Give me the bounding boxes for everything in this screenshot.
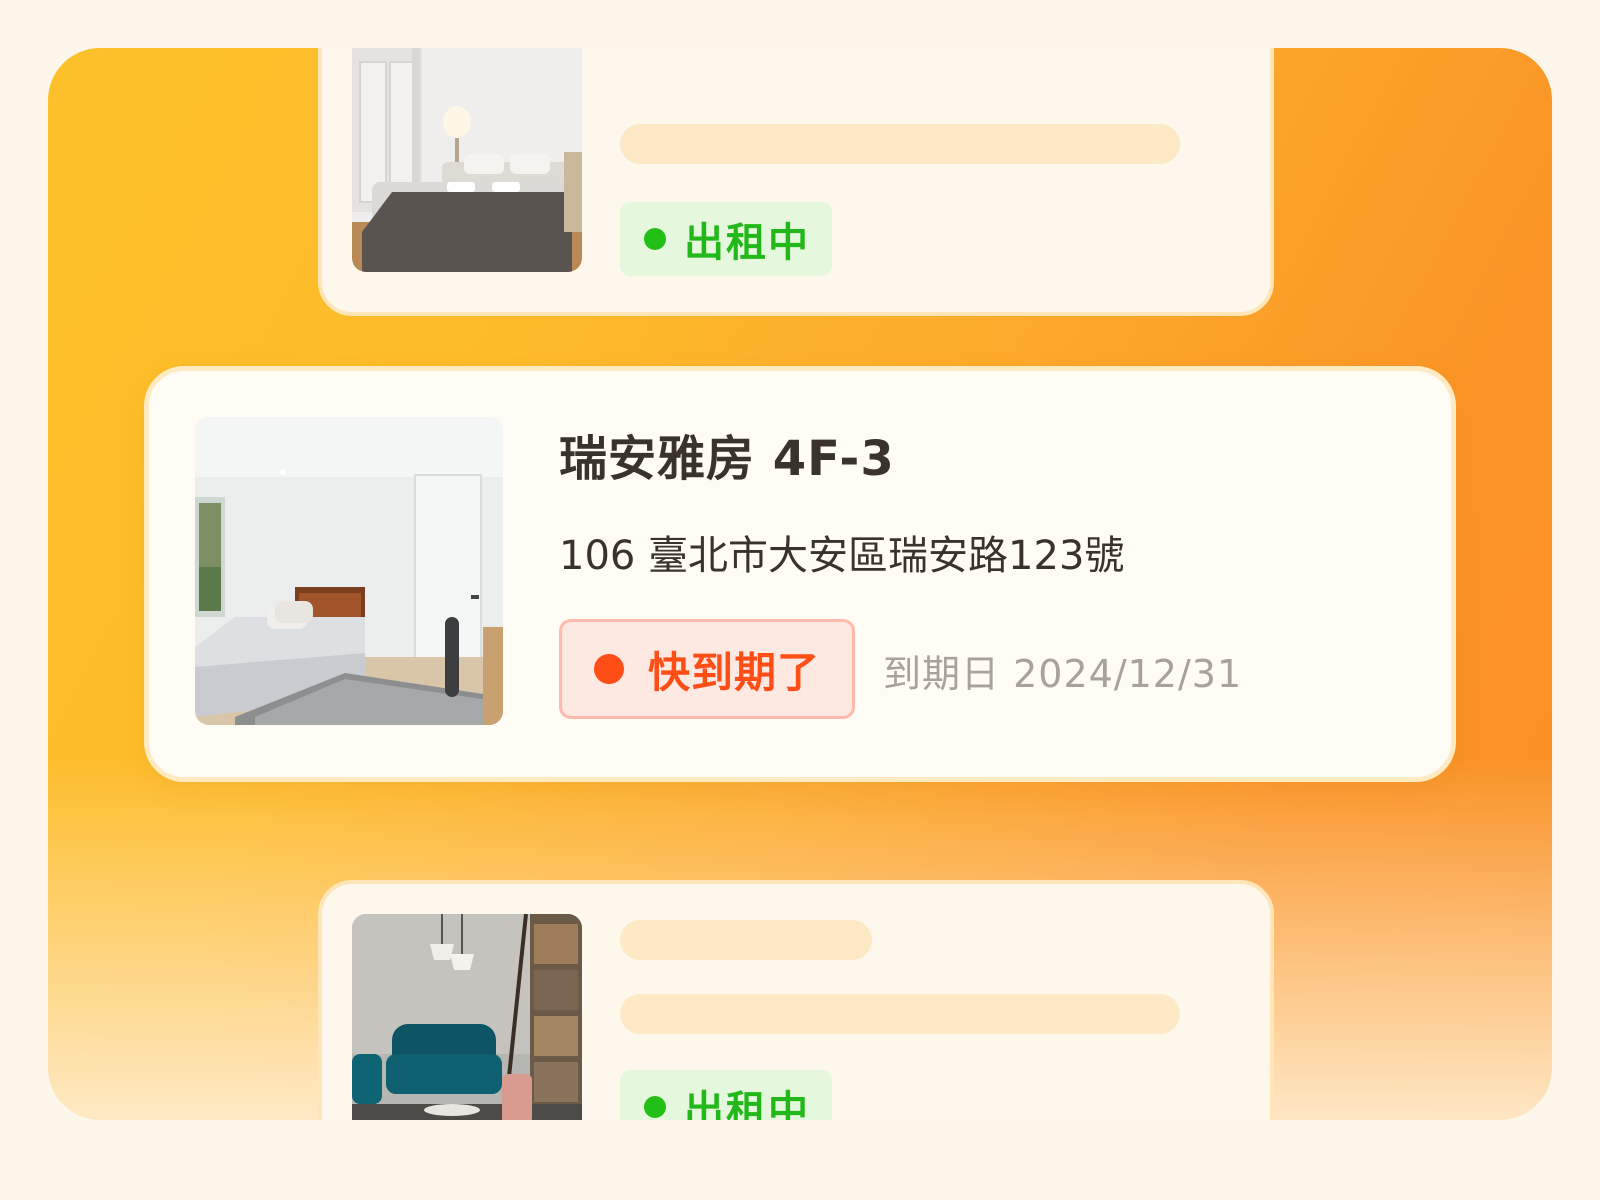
listing-panel: 出租中 瑞安雅房 4F-3 106 臺北市大安區瑞安路123號 快到期了 到期日… bbox=[48, 48, 1552, 1120]
status-dot-icon bbox=[594, 654, 624, 684]
listing-card-main[interactable]: 瑞安雅房 4F-3 106 臺北市大安區瑞安路123號 快到期了 到期日 202… bbox=[144, 366, 1456, 782]
address-placeholder-bar bbox=[620, 994, 1180, 1034]
listing-photo-bedroom-dark bbox=[352, 48, 582, 272]
listing-card-top[interactable]: 出租中 bbox=[318, 48, 1274, 316]
status-label: 出租中 bbox=[684, 1088, 810, 1120]
listing-card-bottom[interactable]: 出租中 bbox=[318, 880, 1274, 1120]
due-date-label: 到期日 bbox=[883, 652, 1001, 696]
listing-title: 瑞安雅房 4F-3 bbox=[559, 431, 895, 487]
status-badge-active: 出租中 bbox=[620, 1070, 832, 1120]
status-badge-active: 出租中 bbox=[620, 202, 832, 276]
status-label: 快到期了 bbox=[648, 647, 821, 697]
due-date-info: 到期日 2024/12/31 bbox=[883, 643, 1242, 698]
listing-address: 106 臺北市大安區瑞安路123號 bbox=[559, 533, 1125, 579]
status-badge-expiring: 快到期了 bbox=[559, 619, 855, 719]
listing-photo-living-room bbox=[352, 914, 582, 1120]
due-date-value: 2024/12/31 bbox=[1013, 652, 1243, 696]
title-placeholder-bar bbox=[620, 124, 1180, 164]
status-dot-icon bbox=[644, 1096, 666, 1118]
title-placeholder-bar bbox=[620, 920, 872, 960]
status-dot-icon bbox=[644, 228, 666, 250]
status-label: 出租中 bbox=[684, 220, 810, 266]
listing-photo-bedroom bbox=[195, 417, 503, 725]
